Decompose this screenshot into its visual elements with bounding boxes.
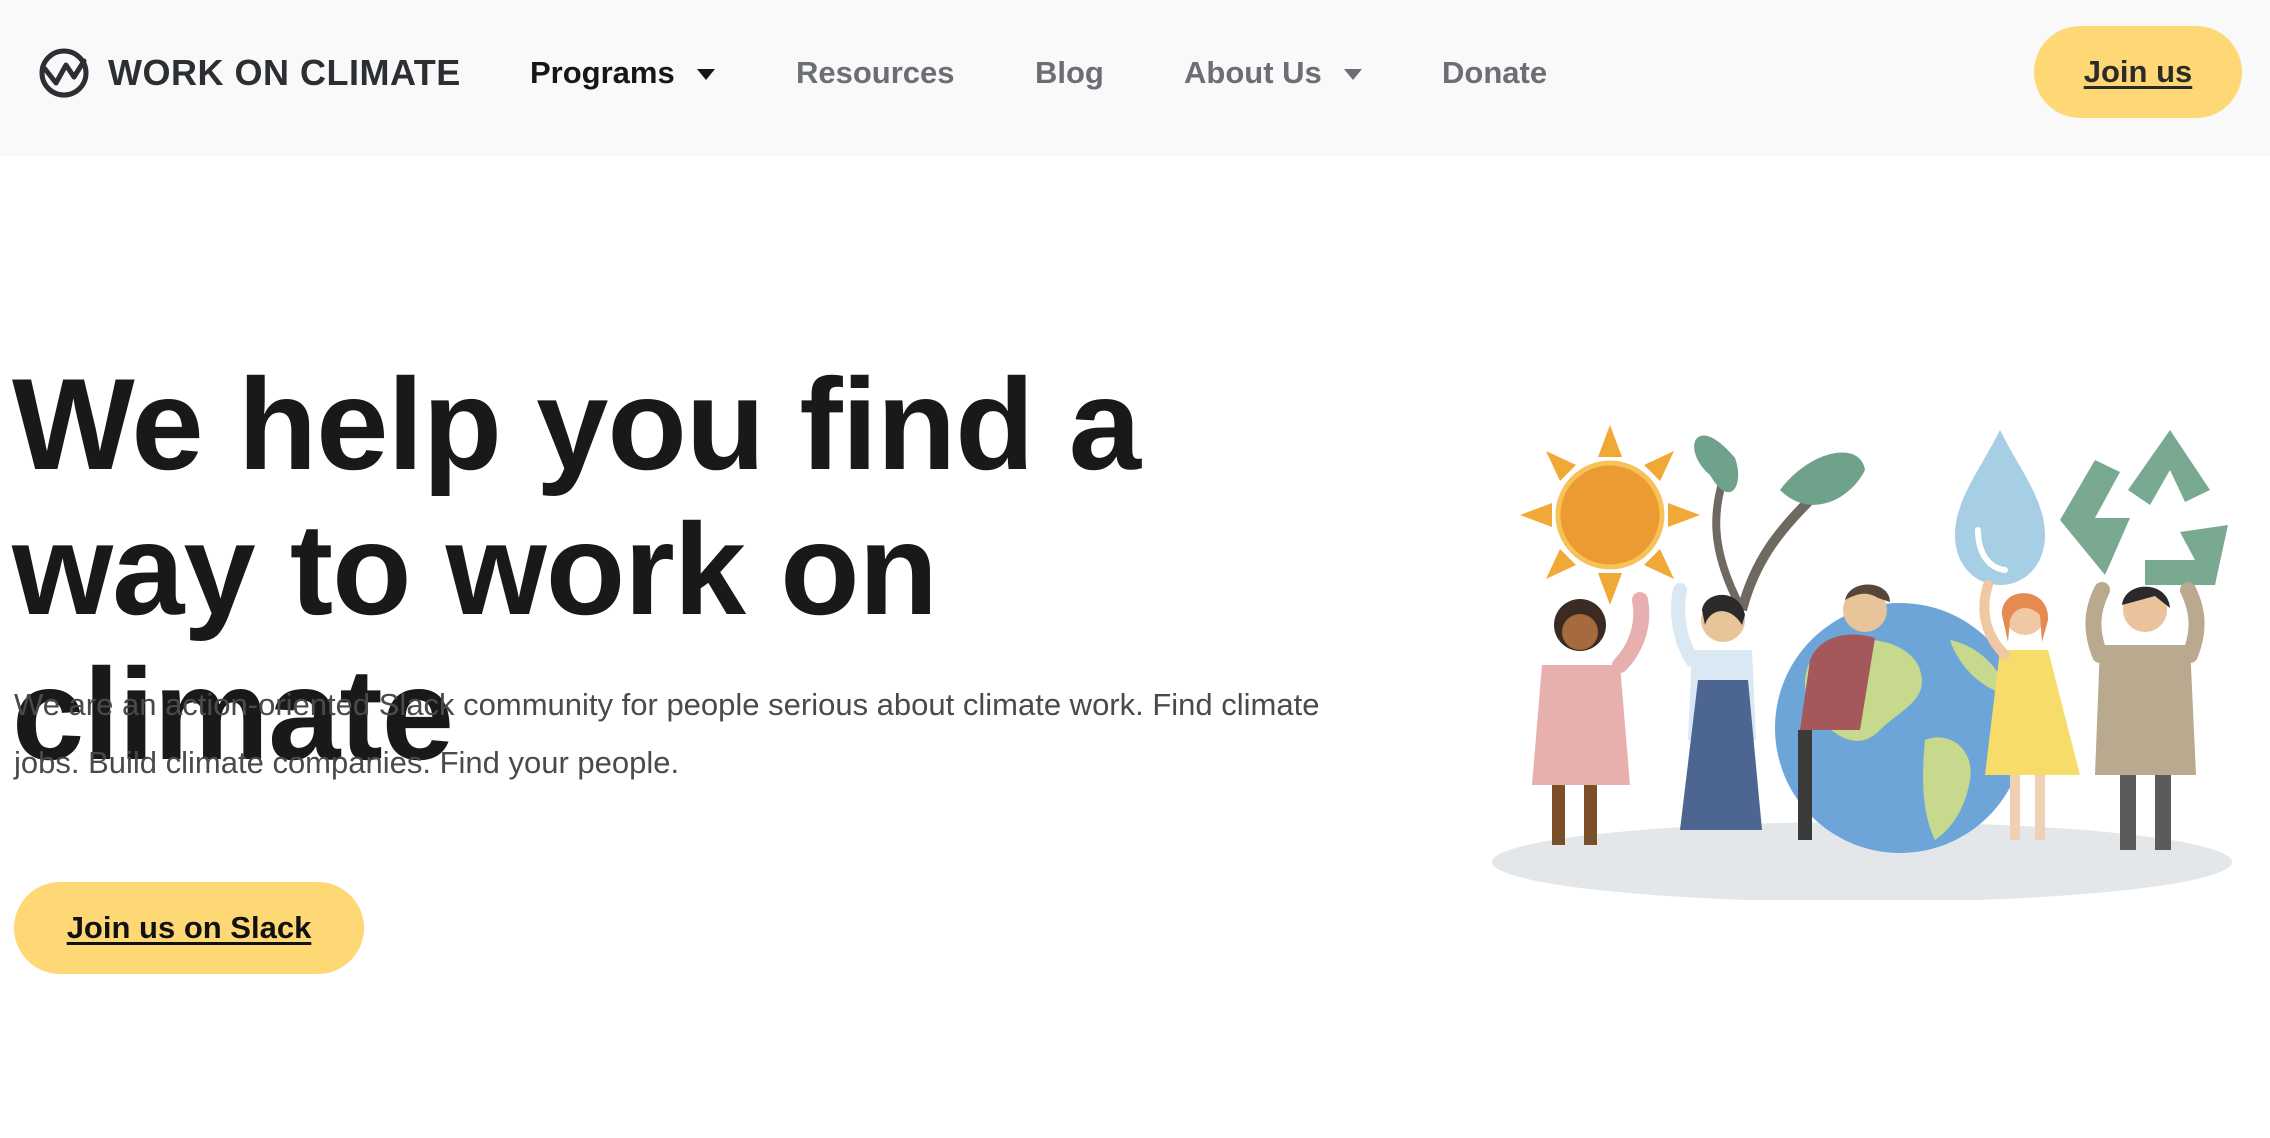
water-drop-icon — [1955, 430, 2045, 585]
climate-logo-icon — [39, 48, 89, 98]
site-header: WORK ON CLIMATE Programs Resources Blog … — [0, 0, 2270, 156]
hero-subtitle: We are an action-oriented Slack communit… — [14, 687, 1320, 780]
people-holding-climate-symbols-illustration — [1492, 425, 2232, 900]
chevron-down-icon — [1343, 68, 1362, 80]
nav-programs-label: Programs — [530, 55, 675, 90]
nav-blog[interactable]: Blog — [1035, 50, 1104, 96]
nav-blog-label: Blog — [1035, 55, 1104, 90]
hero-title-line-1: We help you find a — [12, 351, 1141, 497]
nav-resources[interactable]: Resources — [796, 50, 955, 96]
nav-programs[interactable]: Programs — [530, 50, 715, 96]
nav-donate-label: Donate — [1442, 55, 1548, 90]
nav-about-us-label: About Us — [1184, 55, 1322, 90]
join-us-button[interactable]: Join us — [2034, 26, 2242, 118]
nav-about-us[interactable]: About Us — [1184, 50, 1362, 96]
person-pink-dress — [1532, 592, 1650, 845]
chevron-down-icon — [696, 68, 715, 80]
person-beige-coat — [2085, 582, 2205, 850]
recycle-icon — [2060, 430, 2228, 585]
nav-donate[interactable]: Donate — [1442, 50, 1547, 96]
logo-text: WORK ON CLIMATE — [108, 52, 461, 93]
sun-icon — [1520, 425, 1700, 605]
person-overalls — [1671, 583, 1762, 830]
plant-icon — [1694, 435, 1865, 612]
nav-resources-label: Resources — [796, 55, 955, 90]
join-slack-button[interactable]: Join us on Slack — [14, 882, 364, 974]
logo-link[interactable]: WORK ON CLIMATE — [38, 44, 461, 102]
